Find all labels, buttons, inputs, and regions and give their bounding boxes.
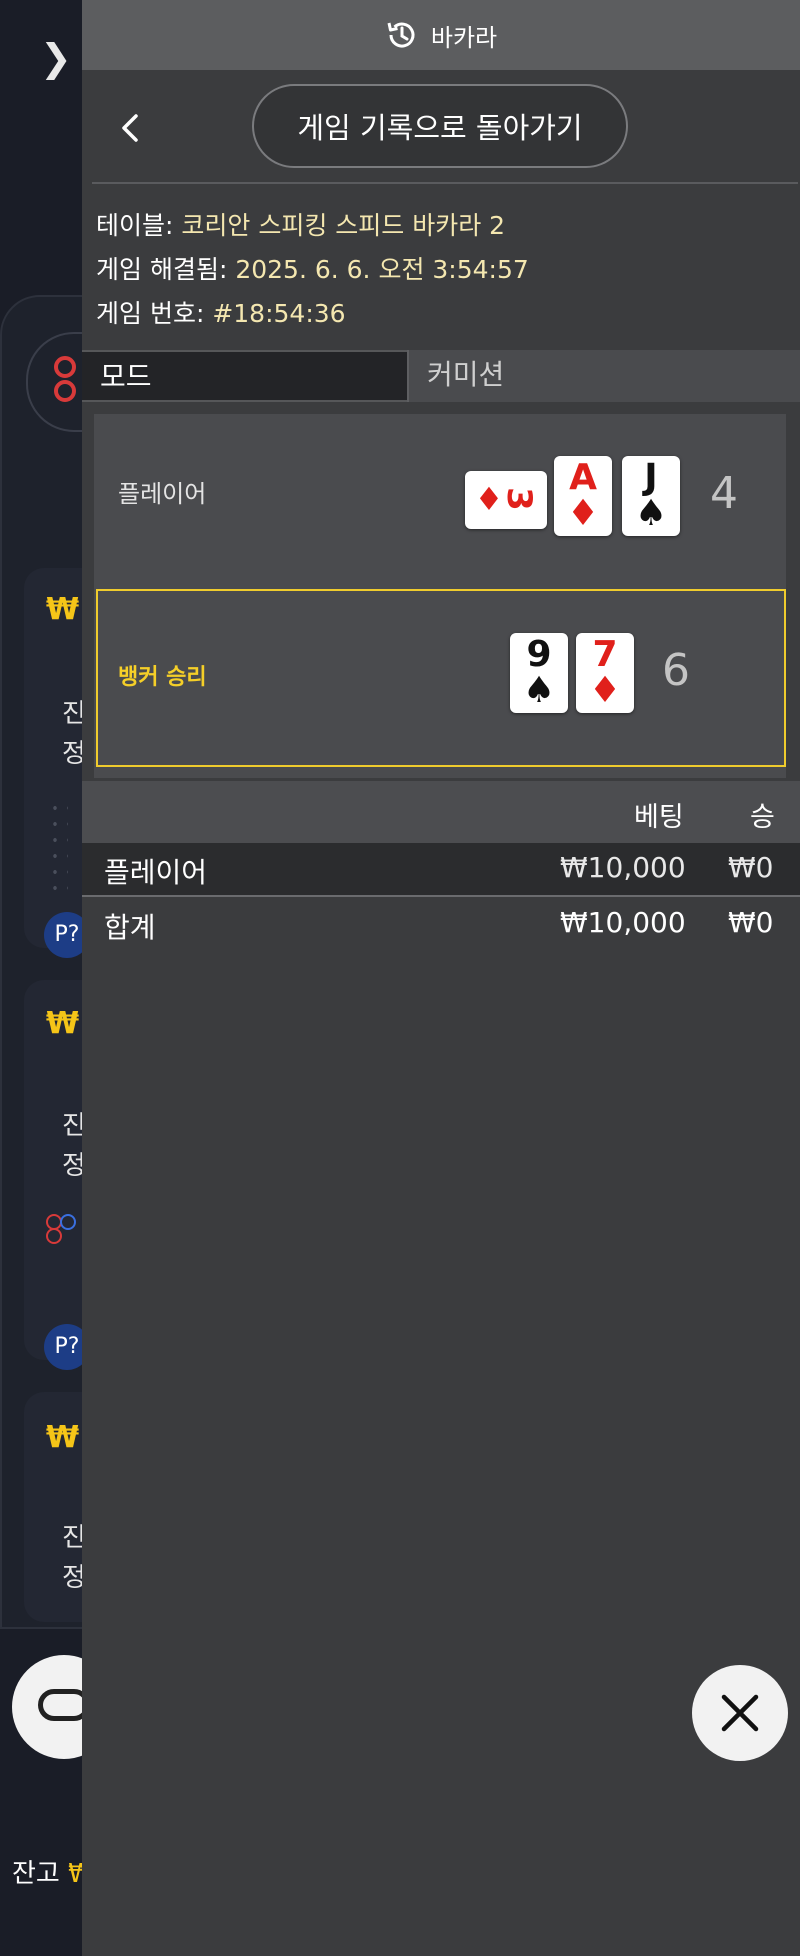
playing-card: 7 ♦ xyxy=(576,633,634,713)
player-label: 플레이어 xyxy=(118,480,207,508)
player-score: 4 xyxy=(710,468,738,519)
card-rank: 9 xyxy=(526,634,552,675)
info-number-value: #18:54:36 xyxy=(212,299,346,328)
divider xyxy=(92,182,798,184)
banker-score: 6 xyxy=(662,645,690,696)
back-to-history-button[interactable]: 게임 기록으로 돌아가기 xyxy=(252,84,628,168)
playing-card: J ♠ xyxy=(622,456,680,536)
row-bet: ₩10,000 xyxy=(560,851,686,884)
lobby-bet-amount: ₩ xyxy=(46,1420,80,1455)
history-icon xyxy=(387,22,415,48)
lobby-dots xyxy=(48,800,68,900)
spade-suit-icon: ♠ xyxy=(634,493,668,534)
banker-win-label: 뱅커 승리 xyxy=(118,665,207,690)
drawer-title: 바카라 xyxy=(430,23,498,52)
row-win: ₩0 xyxy=(728,851,774,884)
info-table-label: 테이블: xyxy=(96,211,182,240)
card-rank: J xyxy=(644,457,658,498)
tab-commission[interactable]: 커미션 xyxy=(407,350,800,402)
spade-suit-icon: ♠ xyxy=(522,670,556,711)
card-rank: 7 xyxy=(592,634,618,675)
roadmap-rings-icon xyxy=(54,356,80,402)
diamond-suit-icon: ♦ xyxy=(588,670,622,711)
total-label: 합계 xyxy=(104,911,156,944)
drawer-header: 바카라 xyxy=(82,0,800,70)
header-win: 승 xyxy=(750,802,775,833)
chevron-left-icon[interactable] xyxy=(112,108,152,148)
close-button[interactable] xyxy=(692,1665,788,1761)
info-resolved: 게임 해결됨: 2025. 6. 6. 오전 3:54:57 xyxy=(96,250,529,286)
info-table-value: 코리안 스피킹 스피드 바카라 2 xyxy=(181,211,506,240)
brand-logo-icon: ❯ xyxy=(40,36,72,80)
view-tabs: 모드 커미션 xyxy=(82,350,800,402)
lobby-bet-amount: ₩ xyxy=(46,592,80,627)
info-number: 게임 번호: #18:54:36 xyxy=(96,294,346,330)
playing-card: 9 ♠ xyxy=(510,633,568,713)
lobby-bet-amount: ₩ xyxy=(46,1006,80,1041)
divider xyxy=(82,895,800,897)
info-number-label: 게임 번호: xyxy=(96,299,213,328)
info-resolved-label: 게임 해결됨: xyxy=(96,255,236,284)
balance-label: 잔고 xyxy=(12,1859,69,1889)
close-icon xyxy=(721,1694,759,1732)
total-win: ₩0 xyxy=(728,906,774,939)
game-history-drawer: 바카라 게임 기록으로 돌아가기 테이블: 코리안 스피킹 스피드 바카라 2 … xyxy=(82,0,800,1956)
diamond-suit-icon: ♦ xyxy=(474,480,504,518)
info-resolved-value: 2025. 6. 6. 오전 3:54:57 xyxy=(235,255,529,284)
table-row: 플레이어 ₩10,000 ₩0 xyxy=(82,843,800,895)
total-bet: ₩10,000 xyxy=(560,906,686,939)
header-bet: 베팅 xyxy=(634,802,684,833)
bet-table-header: 베팅 승 xyxy=(82,781,800,843)
diamond-suit-icon: ♦ xyxy=(566,493,600,534)
card-rank: A xyxy=(569,457,597,498)
row-label: 플레이어 xyxy=(104,856,208,889)
playing-card: A ♦ xyxy=(554,456,612,536)
tab-mode[interactable]: 모드 xyxy=(82,350,407,402)
playing-card: 3 ♦ xyxy=(465,471,547,529)
info-table: 테이블: 코리안 스피킹 스피드 바카라 2 xyxy=(96,206,505,242)
